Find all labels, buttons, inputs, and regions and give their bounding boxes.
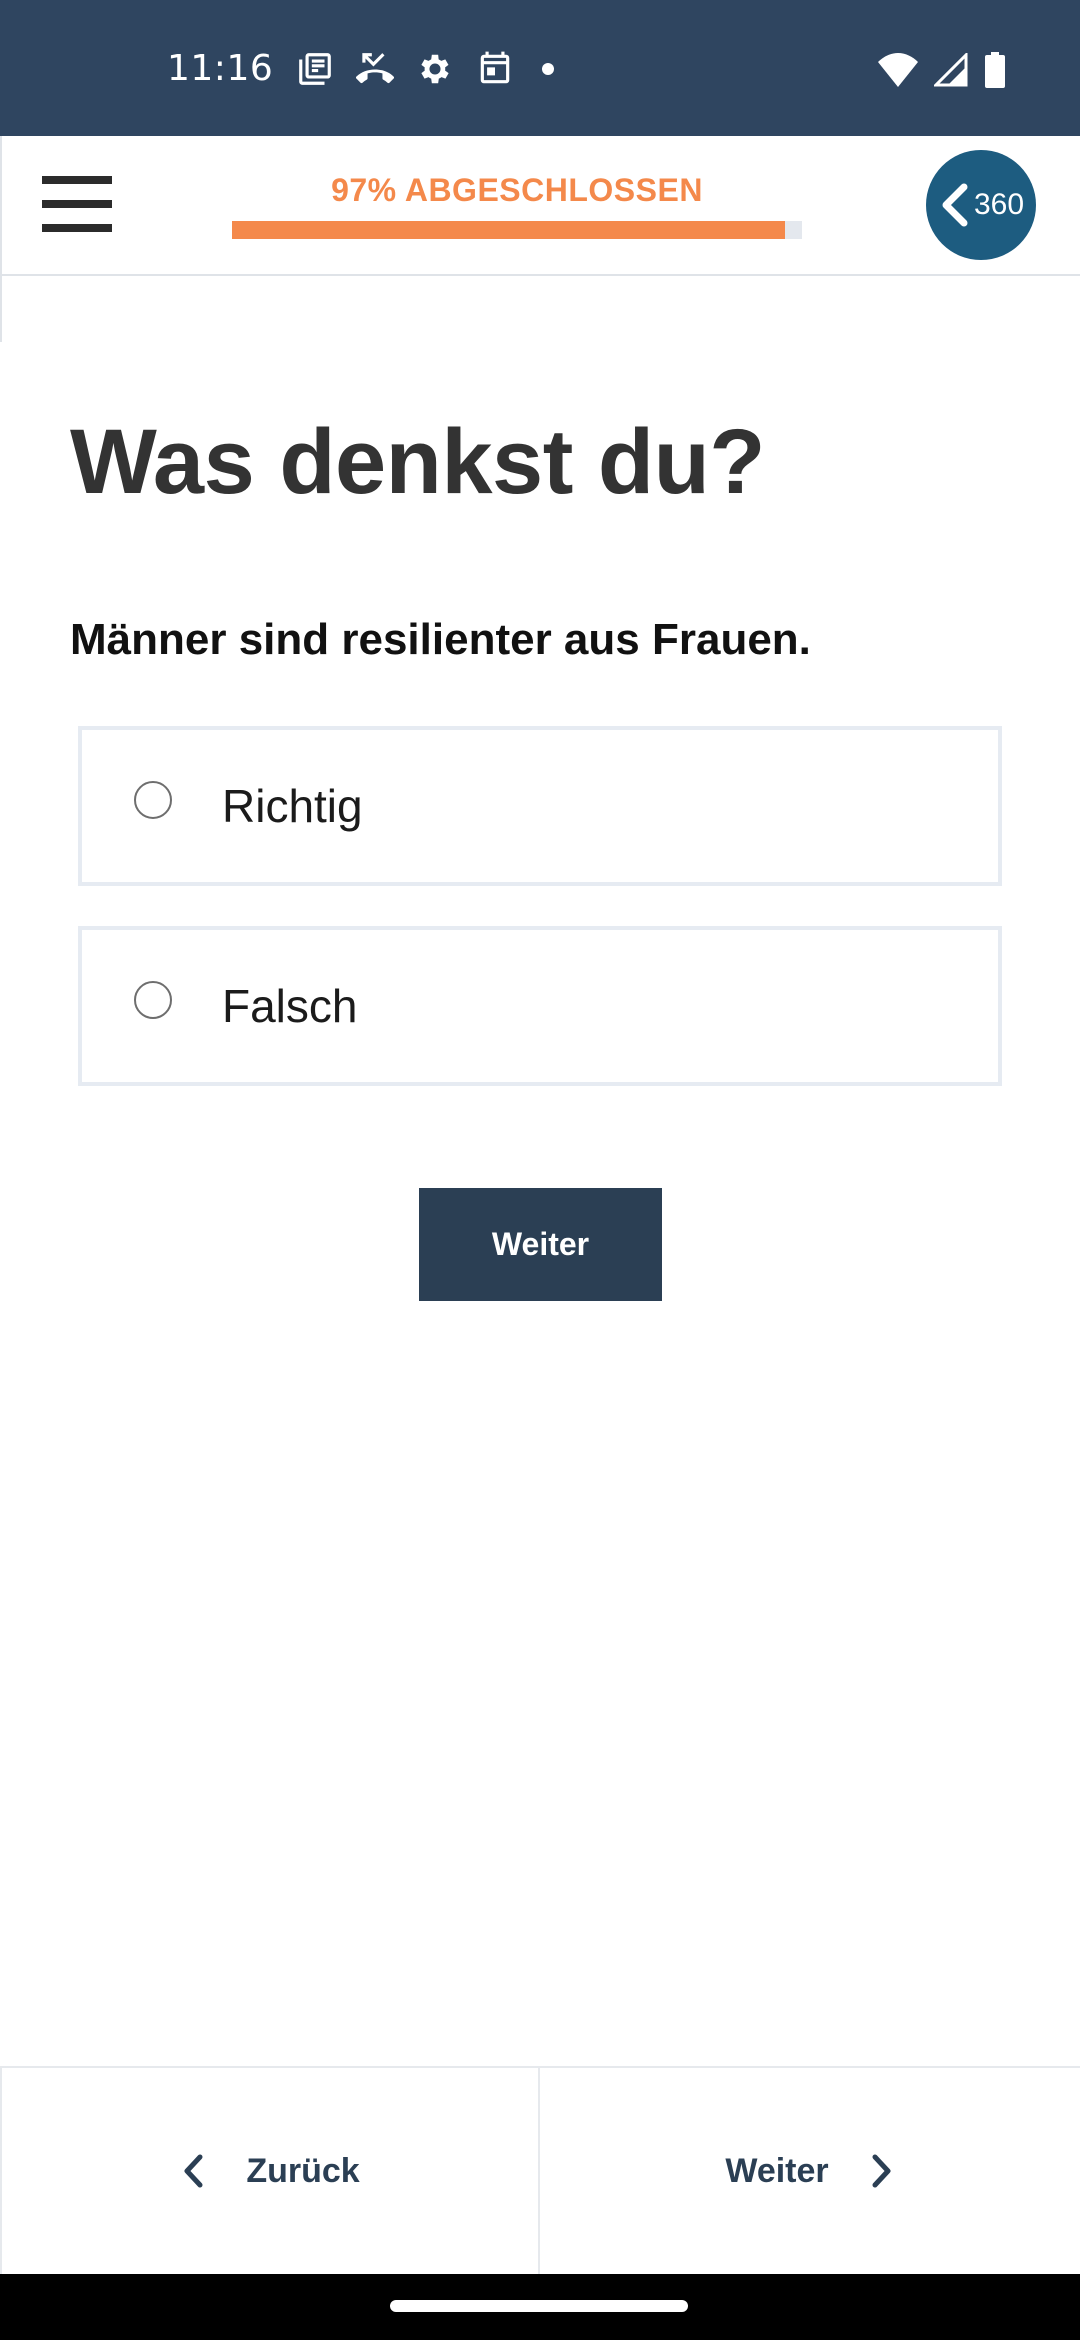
status-system-icons [878, 52, 1006, 88]
progress-label: 97% ABGESCHLOSSEN [331, 172, 703, 208]
chevron-left-icon [184, 2154, 203, 2188]
battery-icon [985, 52, 1005, 88]
option-label: Richtig [222, 780, 363, 832]
submit-weiter-button[interactable]: Weiter [419, 1188, 662, 1301]
divider [0, 276, 2, 342]
status-notification-icons [296, 50, 554, 88]
course-progress: 97% ABGESCHLOSSEN [232, 172, 802, 239]
back-button[interactable]: Zurück [0, 2068, 540, 2274]
hamburger-menu-icon[interactable] [42, 176, 112, 232]
news-icon [299, 53, 331, 85]
back-360-button[interactable]: 360 [926, 150, 1036, 260]
answer-option-falsch[interactable]: Falsch [78, 926, 1002, 1086]
progress-track [232, 221, 802, 239]
app-header: 97% ABGESCHLOSSEN 360 [0, 136, 1080, 276]
page-title: Was denkst du? [70, 411, 766, 513]
back-label: Zurück [246, 2151, 360, 2190]
radio-button[interactable] [134, 781, 172, 819]
status-bar: 11:16 [0, 0, 1080, 136]
radio-button[interactable] [134, 981, 172, 1019]
chevron-right-icon [872, 2154, 891, 2188]
next-label: Weiter [725, 2151, 829, 2190]
cell-signal-icon [934, 53, 968, 87]
question-text: Männer sind resilienter aus Frauen. [70, 615, 811, 664]
settings-gear-icon [421, 54, 449, 84]
status-time: 11:16 [167, 48, 274, 89]
wifi-icon [878, 53, 918, 87]
calendar-icon [480, 51, 510, 84]
home-gesture-handle[interactable] [390, 2300, 688, 2312]
answer-option-richtig[interactable]: Richtig [78, 726, 1002, 886]
notification-dot [542, 63, 554, 75]
gesture-navigation-bar [0, 2274, 1080, 2340]
chevron-left-icon [942, 183, 968, 227]
progress-fill [232, 221, 785, 239]
next-button[interactable]: Weiter [540, 2068, 1080, 2274]
bottom-navigation: Zurück Weiter [0, 2066, 1080, 2274]
option-label: Falsch [222, 980, 358, 1032]
badge-360-label: 360 [973, 188, 1025, 221]
missed-call-icon [356, 53, 394, 84]
